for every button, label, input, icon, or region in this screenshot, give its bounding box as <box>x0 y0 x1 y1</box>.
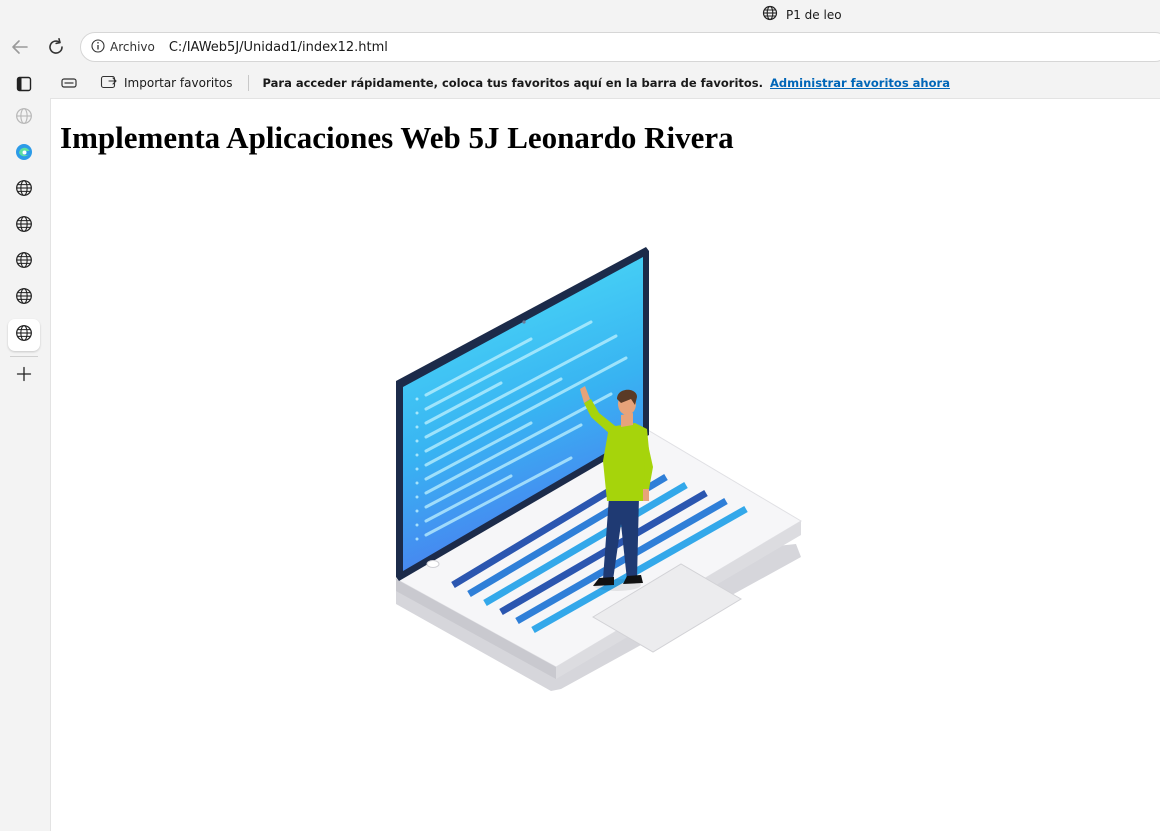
refresh-icon <box>46 37 66 61</box>
page-title: Implementa Aplicaciones Web 5J Leonardo … <box>60 120 734 155</box>
manage-favorites-link[interactable]: Administrar favoritos ahora <box>770 76 950 90</box>
globe-icon <box>15 215 33 237</box>
tab-actions-button[interactable] <box>8 70 40 102</box>
globe-icon <box>762 5 778 24</box>
sidebar-tab-4[interactable] <box>8 246 40 278</box>
back-button[interactable] <box>7 36 33 62</box>
import-favorites-button[interactable]: Importar favoritos <box>100 74 233 93</box>
globe-icon <box>15 287 33 309</box>
laptop-developer-illustration <box>381 239 861 703</box>
import-icon <box>100 74 118 93</box>
import-favorites-label: Importar favoritos <box>124 76 233 90</box>
sidebar-tab-2[interactable] <box>8 174 40 206</box>
tab-actions-icon <box>15 75 33 97</box>
browser-toolbar: Archivo C:/IAWeb5J/Unidad1/index12.html <box>0 28 1160 68</box>
globe-icon <box>15 324 33 346</box>
favorites-hint: Para acceder rápidamente, coloca tus fav… <box>262 76 764 90</box>
sidebar-tab-edge[interactable] <box>8 138 40 170</box>
tab-title-text: P1 de leo <box>786 7 842 22</box>
site-info-button[interactable]: Archivo <box>91 38 155 56</box>
info-icon <box>91 38 105 56</box>
site-info-label: Archivo <box>110 40 155 54</box>
arrow-left-icon <box>10 37 30 61</box>
page-content: Implementa Aplicaciones Web 5J Leonardo … <box>50 98 1160 831</box>
divider <box>10 356 38 357</box>
sidebar-tab-5[interactable] <box>8 282 40 314</box>
sidebar-tab-active[interactable] <box>8 319 40 351</box>
edge-icon <box>15 143 33 165</box>
refresh-button[interactable] <box>43 36 69 62</box>
plus-icon <box>16 366 32 386</box>
title-bar: P1 de leo <box>0 0 1160 28</box>
favorites-bar: Importar favoritos Para acceder rápidame… <box>52 68 1160 98</box>
new-tab-button[interactable] <box>8 360 40 392</box>
globe-icon <box>15 251 33 273</box>
collections-icon[interactable] <box>60 75 78 94</box>
active-tab[interactable]: P1 de leo <box>762 5 842 24</box>
sidebar-tab-3[interactable] <box>8 210 40 242</box>
divider <box>247 75 249 91</box>
vertical-tabs-sidebar <box>0 68 50 831</box>
globe-icon <box>15 107 33 129</box>
url-text[interactable]: C:/IAWeb5J/Unidad1/index12.html <box>169 40 388 55</box>
sidebar-tab-1[interactable] <box>8 102 40 134</box>
globe-icon <box>15 179 33 201</box>
address-bar[interactable]: Archivo C:/IAWeb5J/Unidad1/index12.html <box>80 32 1160 62</box>
